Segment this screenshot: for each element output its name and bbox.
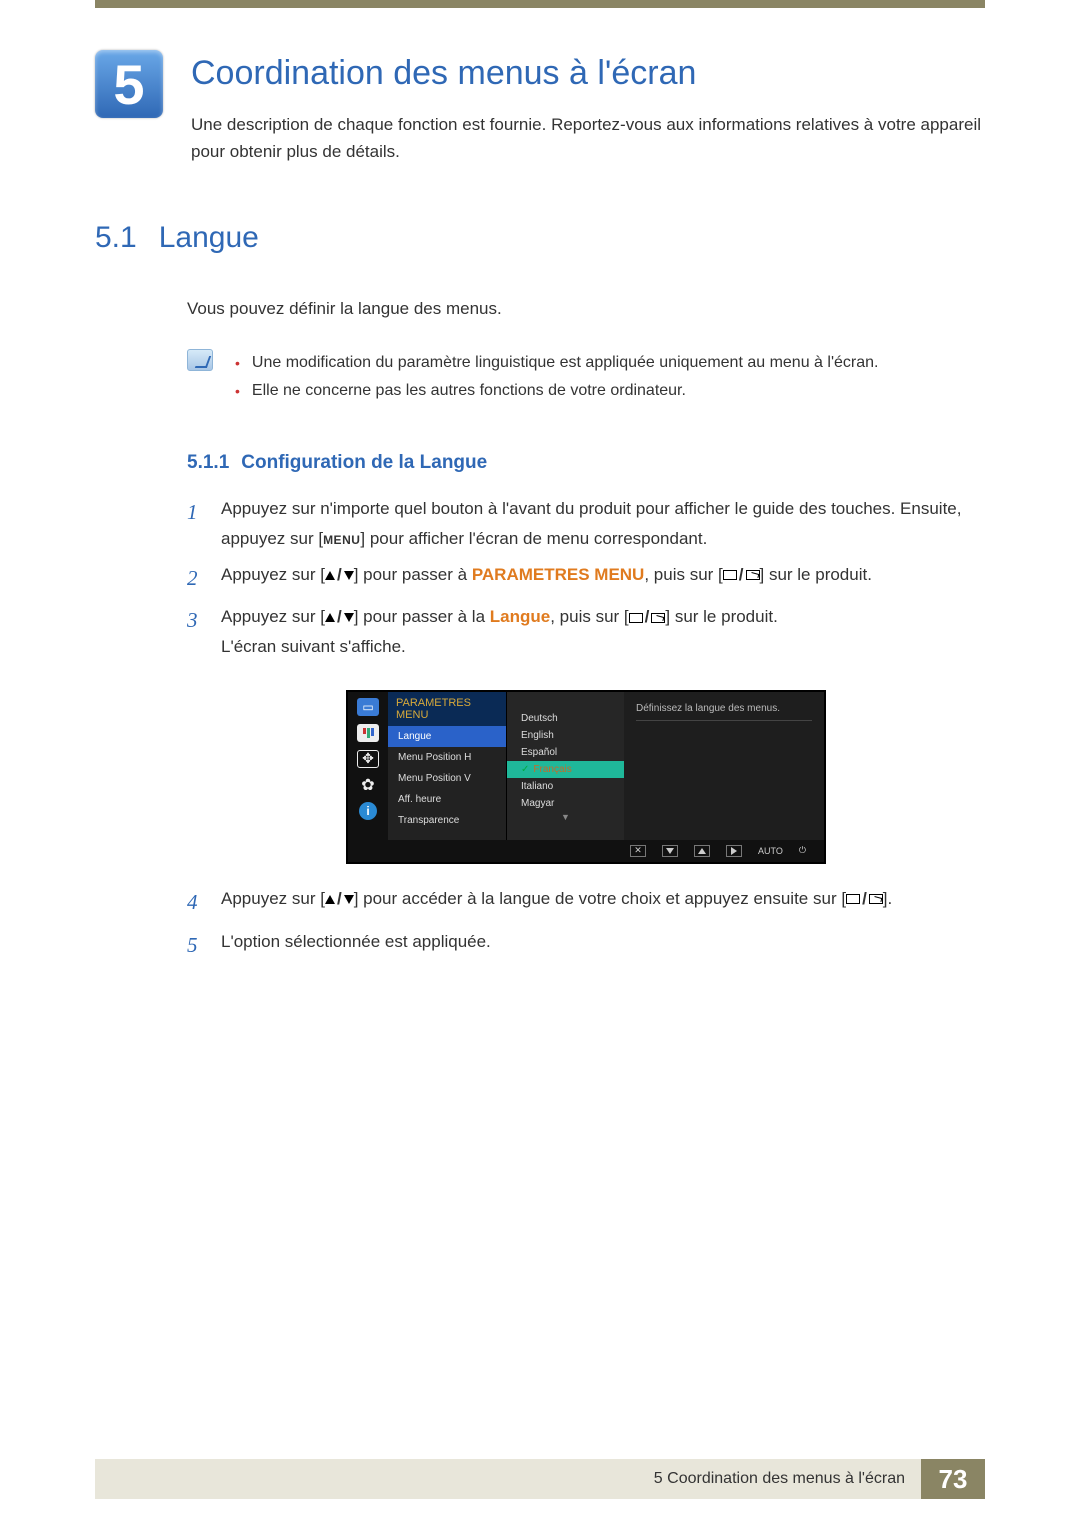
- move-icon: ✥: [357, 750, 379, 768]
- osd-menu-item-selected: Langue: [388, 726, 506, 747]
- triangle-up-icon: [325, 895, 335, 904]
- triangle-down-icon: [344, 613, 354, 622]
- source-icon: [746, 570, 760, 580]
- monitor-icon: ▭: [357, 698, 379, 716]
- osd-menu-item: Transparence: [388, 810, 506, 831]
- note-block: Une modification du paramètre linguistiq…: [187, 349, 985, 407]
- section-heading: 5.1 Langue: [95, 221, 985, 255]
- target-parametres-menu: PARAMETRES MENU: [472, 565, 645, 584]
- note-item: Une modification du paramètre linguistiq…: [252, 349, 879, 378]
- osd-option-selected: Français: [507, 761, 624, 778]
- menu-button-label: MENU: [323, 533, 360, 547]
- auto-label: AUTO: [758, 845, 783, 857]
- triangle-down-icon: [344, 895, 354, 904]
- step-5: 5 L'option sélectionnée est appliquée.: [187, 927, 985, 964]
- close-icon: ✕: [630, 845, 646, 857]
- osd-screenshot: ▭ ✥ ✿ i PARAMETRES MENU Langue Menu Posi…: [187, 690, 985, 864]
- triangle-up-icon: [325, 571, 335, 580]
- step-4: 4 Appuyez sur [/] pour accéder à la lang…: [187, 884, 985, 921]
- triangle-up-icon: [325, 613, 335, 622]
- step-number: 2: [187, 560, 203, 597]
- step-number: 5: [187, 927, 203, 964]
- osd-menu-column: PARAMETRES MENU Langue Menu Position H M…: [388, 692, 506, 840]
- section-number: 5.1: [95, 221, 137, 254]
- footer-chapter-label: 5 Coordination des menus à l'écran: [95, 1459, 921, 1499]
- chapter-title: Coordination des menus à l'écran: [191, 54, 985, 93]
- subsection-number: 5.1.1: [187, 452, 229, 473]
- bars-icon: [357, 724, 379, 742]
- info-icon: i: [359, 802, 377, 820]
- note-item: Elle ne concerne pas les autres fonction…: [252, 377, 686, 406]
- page-footer: 5 Coordination des menus à l'écran 73: [95, 1459, 985, 1499]
- chapter-number-badge: 5: [95, 50, 163, 118]
- section-intro: Vous pouvez définir la langue des menus.: [187, 295, 985, 322]
- osd-menu-item: Aff. heure: [388, 789, 506, 810]
- power-icon: ⏻: [799, 845, 806, 857]
- note-list: Une modification du paramètre linguistiq…: [235, 349, 878, 407]
- triangle-down-icon: [344, 571, 354, 580]
- chapter-header: 5 Coordination des menus à l'écran Une d…: [95, 50, 985, 165]
- section-5-1: 5.1 Langue Vous pouvez définir la langue …: [95, 221, 985, 963]
- step-number: 1: [187, 494, 203, 554]
- note-icon: [187, 349, 213, 371]
- step-2: 2 Appuyez sur [/] pour passer à PARAMETR…: [187, 560, 985, 597]
- steps-list-cont: 4 Appuyez sur [/] pour accéder à la lang…: [187, 884, 985, 964]
- osd-icon-column: ▭ ✥ ✿ i: [348, 692, 388, 840]
- footer-page-number: 73: [921, 1459, 985, 1499]
- section-title: Langue: [159, 221, 259, 254]
- steps-list: 1 Appuyez sur n'importe quel bouton à l'…: [187, 494, 985, 662]
- triangle-up-icon: [694, 845, 710, 857]
- osd-menu-item: Menu Position V: [388, 768, 506, 789]
- osd-option: Italiano: [507, 778, 624, 795]
- chevron-down-icon: ▼: [507, 812, 624, 822]
- target-langue: Langue: [490, 607, 550, 626]
- osd-option: Español: [507, 744, 624, 761]
- osd-bottom-bar: ✕ AUTO ⏻: [348, 840, 824, 862]
- step-1: 1 Appuyez sur n'importe quel bouton à l'…: [187, 494, 985, 554]
- osd-description: Définissez la langue des menus.: [624, 692, 824, 840]
- chapter-description: Une description de chaque fonction est f…: [191, 111, 985, 165]
- triangle-down-icon: [662, 845, 678, 857]
- source-icon: [869, 894, 883, 904]
- display-icon: [723, 570, 737, 580]
- subsection-heading: 5.1.1 Configuration de la Langue: [187, 452, 985, 474]
- osd-option: Magyar: [507, 795, 624, 812]
- subsection-title: Configuration de la Langue: [241, 452, 487, 473]
- osd-option: English: [507, 727, 624, 744]
- source-icon: [651, 613, 665, 623]
- gear-icon: ✿: [357, 776, 379, 794]
- osd-option: Deutsch: [507, 710, 624, 727]
- triangle-right-icon: [726, 845, 742, 857]
- display-icon: [846, 894, 860, 904]
- osd-options-column: Deutsch English Español Français Italian…: [506, 692, 624, 840]
- osd-menu-item: Menu Position H: [388, 747, 506, 768]
- osd-menu-title: PARAMETRES MENU: [388, 692, 506, 726]
- top-accent-bar: [95, 0, 985, 8]
- step-number: 4: [187, 884, 203, 921]
- step-3: 3 Appuyez sur [/] pour passer à la Langu…: [187, 602, 985, 662]
- step-number: 3: [187, 602, 203, 662]
- display-icon: [629, 613, 643, 623]
